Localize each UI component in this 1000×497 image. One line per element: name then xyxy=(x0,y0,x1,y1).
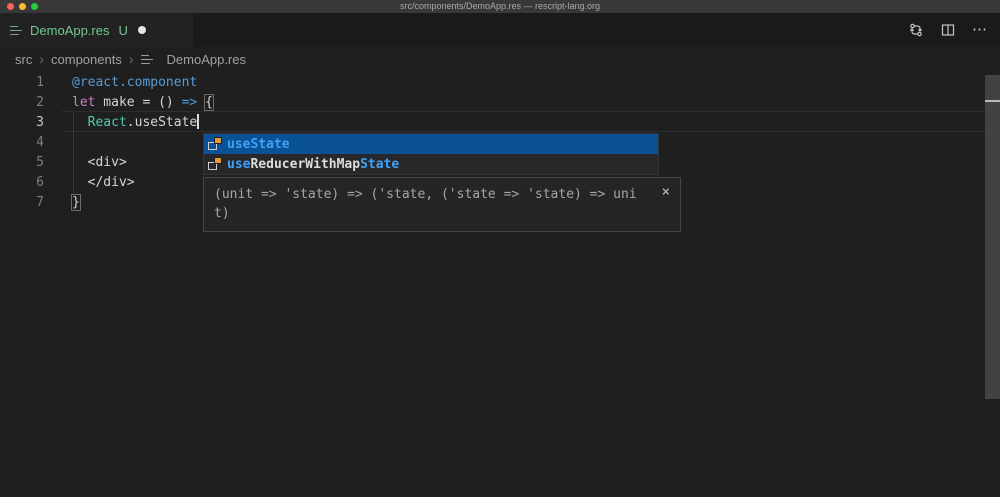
line-number: 5 xyxy=(0,153,44,173)
suggestion-usestate[interactable]: useState xyxy=(204,134,658,154)
file-icon xyxy=(10,25,23,36)
jsx-token: </div> xyxy=(72,175,135,190)
tab-bar: DemoApp.res U ⋯ xyxy=(0,13,1000,47)
minimize-window-button[interactable] xyxy=(19,3,26,10)
matched-bracket: } xyxy=(71,194,81,211)
symbol-field-icon xyxy=(207,156,223,172)
autocomplete-popup: useState useReducerWithMapState × (unit … xyxy=(203,133,681,232)
line-number: 2 xyxy=(0,93,44,113)
type-signature: (unit => 'state) => ('state, ('state => … xyxy=(214,185,647,223)
open-changes-button[interactable] xyxy=(906,20,926,40)
suggestion-list: useState useReducerWithMapState xyxy=(203,133,659,175)
compare-changes-icon xyxy=(908,22,924,38)
line-number: 7 xyxy=(0,193,44,213)
annotation-token: @react.component xyxy=(72,75,197,90)
matched-text: useState xyxy=(227,137,290,152)
code-line-2: 2 let make = () => { xyxy=(0,93,1000,113)
suggestion-label: useReducerWithMapState xyxy=(227,157,399,172)
code-editor[interactable]: 1 @react.component 2 let make = () => { … xyxy=(0,71,1000,497)
more-actions-button[interactable]: ⋯ xyxy=(970,20,990,40)
vscode-window: src/components/DemoApp.res — rescript-la… xyxy=(0,0,1000,497)
indent-guide xyxy=(73,113,74,193)
keyword-token: let xyxy=(72,95,95,110)
overview-cursor-marker xyxy=(985,100,1000,102)
label-text: ReducerWithMap xyxy=(250,157,360,172)
split-editor-icon xyxy=(940,22,956,38)
jsx-token: <div> xyxy=(72,155,127,170)
chevron-right-icon: › xyxy=(128,51,135,67)
tab-demoapp[interactable]: DemoApp.res U xyxy=(0,13,193,47)
scrollbar[interactable] xyxy=(985,75,1000,399)
editor-actions: ⋯ xyxy=(906,13,990,47)
traffic-lights xyxy=(7,0,38,13)
identifier-token: useState xyxy=(135,115,198,130)
line-number-active: 3 xyxy=(0,113,44,133)
file-icon xyxy=(141,54,154,65)
window-title: src/components/DemoApp.res — rescript-la… xyxy=(0,0,1000,13)
split-editor-button[interactable] xyxy=(938,20,958,40)
indent-token xyxy=(72,115,88,130)
breadcrumb-file[interactable]: DemoApp.res xyxy=(167,52,246,67)
code-token: make = () xyxy=(95,95,181,110)
chevron-right-icon: › xyxy=(38,51,45,67)
dot-token: . xyxy=(127,115,135,130)
zoom-window-button[interactable] xyxy=(31,3,38,10)
matched-text: State xyxy=(360,157,399,172)
breadcrumb-src[interactable]: src xyxy=(15,52,32,67)
git-status-badge: U xyxy=(118,23,127,38)
symbol-field-icon xyxy=(207,136,223,152)
line-number: 6 xyxy=(0,173,44,193)
code-line-1: 1 @react.component xyxy=(0,73,1000,93)
unsaved-dot-icon[interactable] xyxy=(138,26,146,34)
matched-text: use xyxy=(227,157,250,172)
close-icon[interactable]: × xyxy=(662,184,670,200)
module-token: React xyxy=(88,115,127,130)
suggestion-usereducerwithmapstate[interactable]: useReducerWithMapState xyxy=(204,154,658,174)
breadcrumb-components[interactable]: components xyxy=(51,52,122,67)
arrow-token: => xyxy=(182,95,198,110)
close-window-button[interactable] xyxy=(7,3,14,10)
breadcrumb: src › components › DemoApp.res xyxy=(0,47,1000,71)
tab-label: DemoApp.res xyxy=(30,23,109,38)
line-number: 1 xyxy=(0,73,44,93)
title-bar: src/components/DemoApp.res — rescript-la… xyxy=(0,0,1000,13)
line-number: 4 xyxy=(0,133,44,153)
matched-bracket: { xyxy=(204,94,214,111)
text-cursor xyxy=(197,114,199,129)
suggestion-label: useState xyxy=(227,137,290,152)
code-line-3: 3 React.useState xyxy=(0,113,1000,133)
suggestion-details: × (unit => 'state) => ('state, ('state =… xyxy=(203,177,681,232)
